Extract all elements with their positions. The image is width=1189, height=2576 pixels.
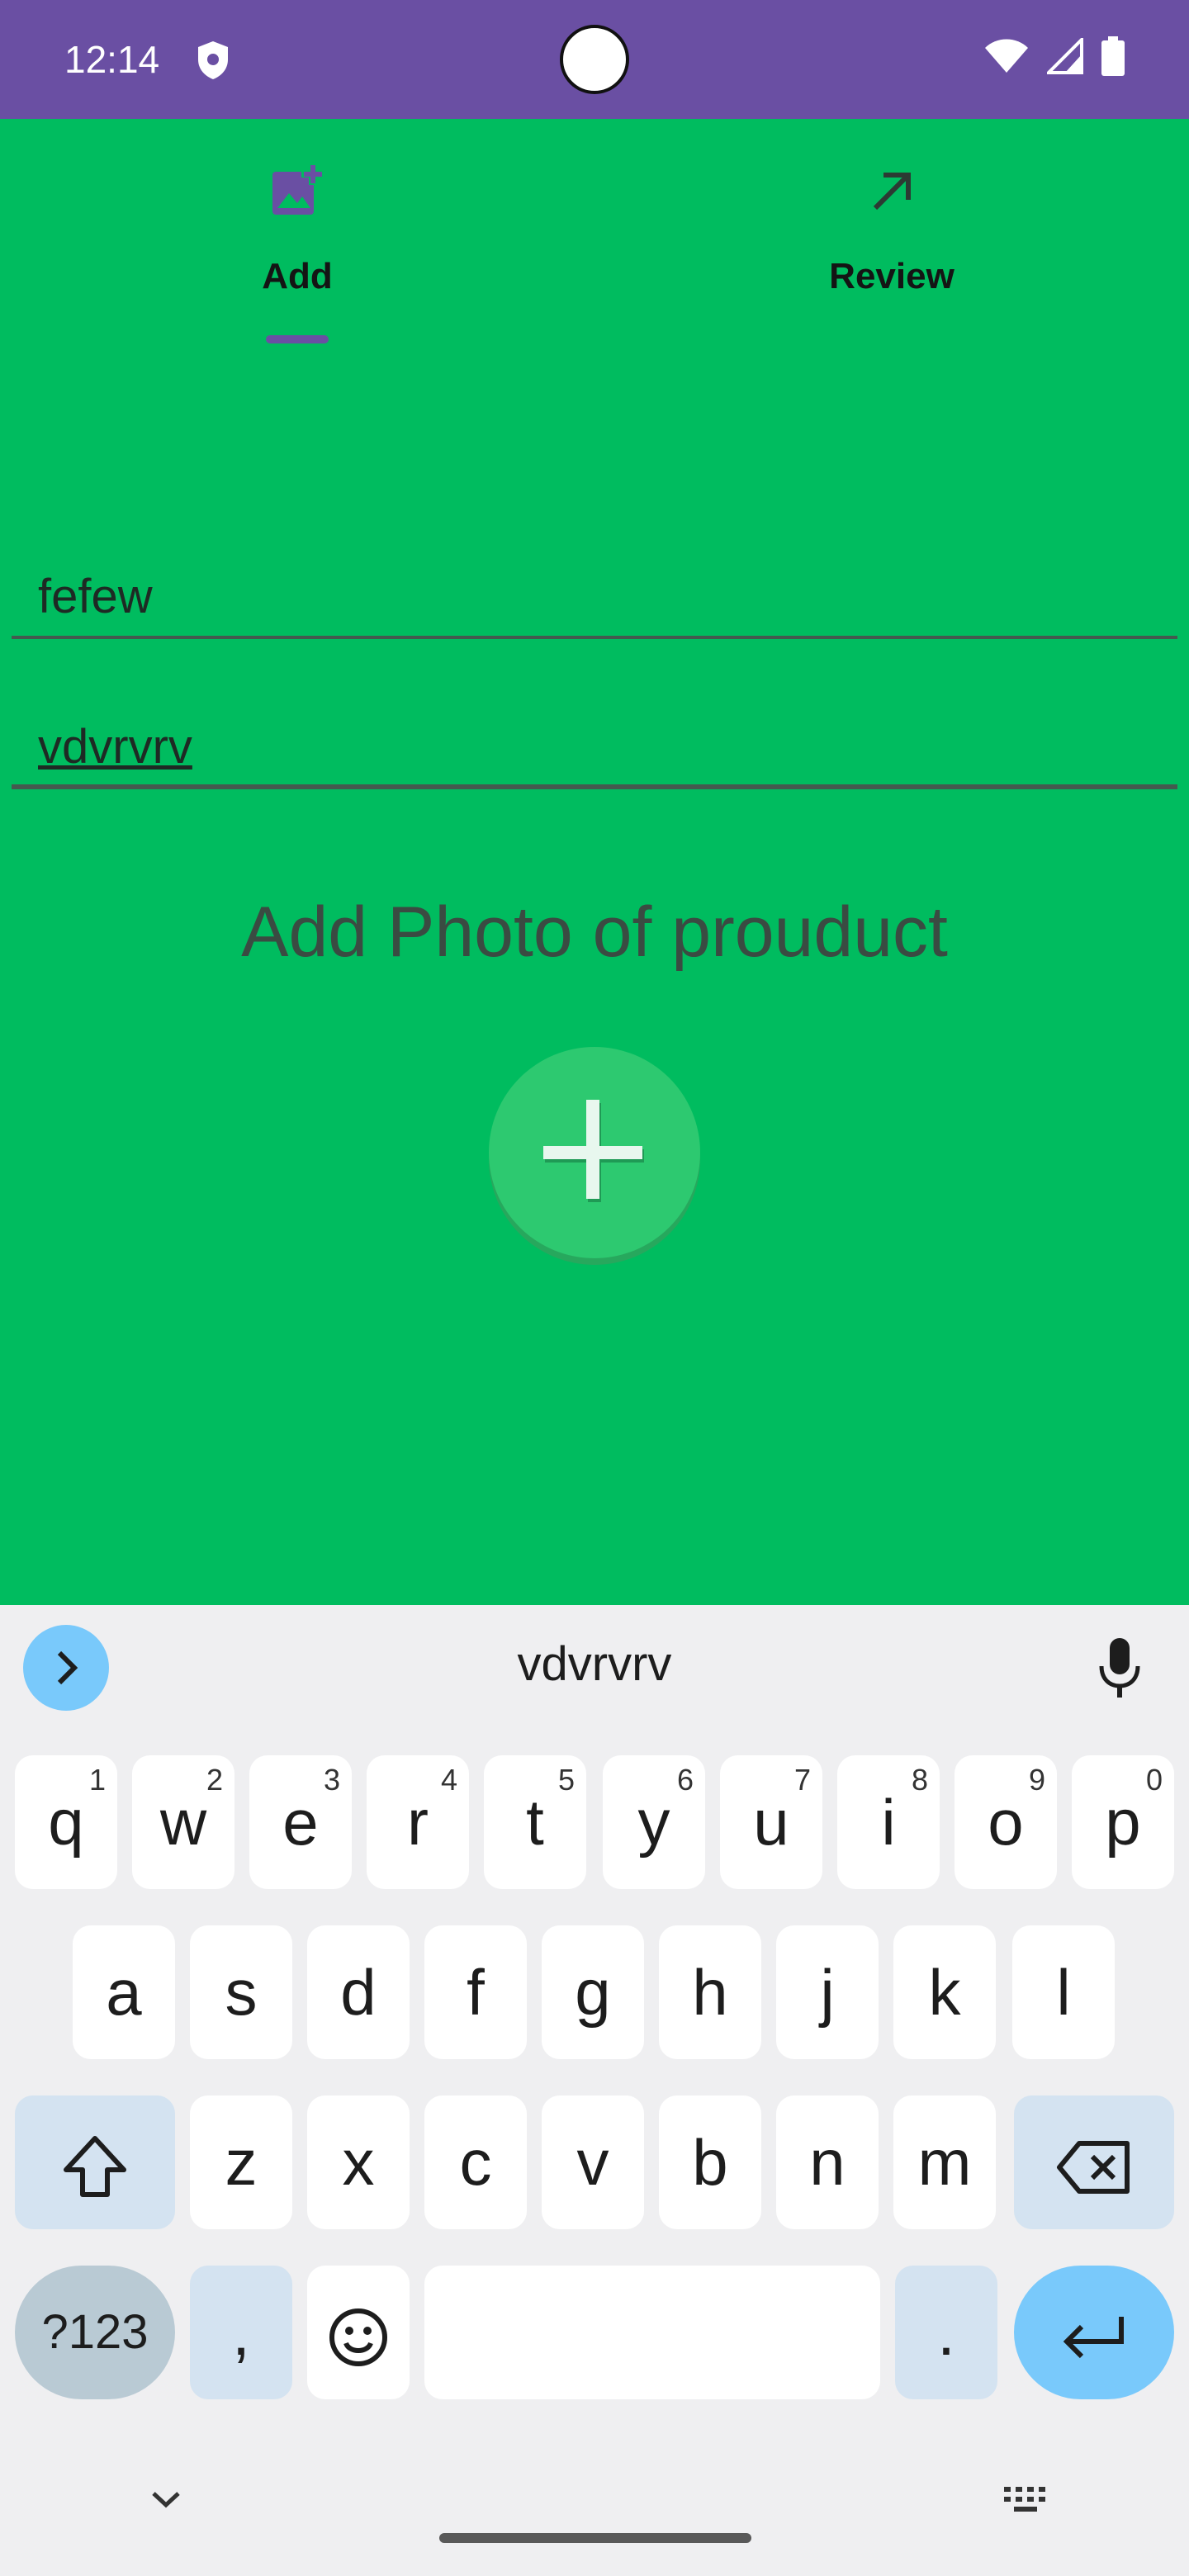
key-label: i xyxy=(881,1786,896,1859)
key-label: q xyxy=(48,1786,84,1859)
product-name-input[interactable] xyxy=(12,556,1177,636)
battery-icon xyxy=(1101,36,1125,76)
key-u[interactable]: u7 xyxy=(720,1755,822,1889)
key-label: p xyxy=(1105,1786,1141,1859)
product-description-field[interactable] xyxy=(12,707,1177,789)
status-time: 12:14 xyxy=(64,38,160,81)
suggestion-bar: vdvrvrv xyxy=(0,1605,1189,1712)
key-p[interactable]: p0 xyxy=(1072,1755,1174,1889)
key-j[interactable]: j xyxy=(776,1925,879,2059)
key-t[interactable]: t5 xyxy=(484,1755,586,1889)
key-y[interactable]: y6 xyxy=(603,1755,705,1889)
home-indicator[interactable] xyxy=(439,2533,751,2543)
key-a[interactable]: a xyxy=(73,1925,175,2059)
tab-add-label: Add xyxy=(262,256,333,296)
key-hint: 0 xyxy=(1145,1763,1163,1797)
key-n[interactable]: n xyxy=(776,2095,879,2229)
shift-icon xyxy=(64,2136,126,2198)
key-label: y xyxy=(637,1786,670,1859)
app-screen: Add Review Add Photo of prouduct xyxy=(0,119,1189,1605)
add-photo-icon xyxy=(272,163,323,215)
symbols-key[interactable]: ?123 xyxy=(15,2266,175,2399)
key-q[interactable]: q1 xyxy=(15,1755,117,1889)
key-hint: 3 xyxy=(323,1763,340,1797)
status-icons xyxy=(984,36,1125,76)
suggestion-word[interactable]: vdvrvrv xyxy=(0,1636,1189,1692)
key-hint: 2 xyxy=(206,1763,223,1797)
tab-bar: Add Review xyxy=(0,119,1189,347)
key-m[interactable]: m xyxy=(893,2095,996,2229)
key-label: w xyxy=(159,1786,207,1859)
add-photo-button[interactable] xyxy=(489,1047,700,1258)
product-name-field[interactable] xyxy=(12,556,1177,639)
product-description-input[interactable] xyxy=(12,707,1177,786)
key-g[interactable]: g xyxy=(542,1925,644,2059)
hide-keyboard-icon[interactable] xyxy=(145,2484,187,2517)
soft-keyboard: vdvrvrv q1 w2 e3 r4 t5 y6 u7 i8 o9 p0 a … xyxy=(0,1605,1189,2576)
field-underline xyxy=(12,636,1177,639)
signal-icon xyxy=(1047,38,1083,74)
key-f[interactable]: f xyxy=(424,1925,527,2059)
key-h[interactable]: h xyxy=(659,1925,761,2059)
microphone-icon[interactable] xyxy=(1095,1635,1144,1701)
plus-icon xyxy=(543,1100,644,1202)
key-hint: 6 xyxy=(676,1763,694,1797)
enter-icon xyxy=(1063,2317,1124,2359)
shift-key[interactable] xyxy=(15,2095,175,2229)
backspace-key[interactable] xyxy=(1014,2095,1174,2229)
key-w[interactable]: w2 xyxy=(132,1755,234,1889)
key-e[interactable]: e3 xyxy=(249,1755,352,1889)
keyboard-nav-bar xyxy=(0,2472,1189,2576)
key-l[interactable]: l xyxy=(1012,1925,1115,2059)
key-label: u xyxy=(753,1786,789,1859)
tab-indicator xyxy=(266,335,329,343)
emoji-icon xyxy=(329,2308,387,2367)
space-key[interactable] xyxy=(424,2266,880,2399)
add-photo-title: Add Photo of prouduct xyxy=(241,893,948,972)
key-hint: 9 xyxy=(1028,1763,1045,1797)
camera-cutout xyxy=(560,25,629,94)
tab-add[interactable]: Add xyxy=(0,119,594,347)
key-v[interactable]: v xyxy=(542,2095,644,2229)
tab-review[interactable]: Review xyxy=(594,119,1189,347)
key-hint: 8 xyxy=(911,1763,928,1797)
key-b[interactable]: b xyxy=(659,2095,761,2229)
key-hint: 7 xyxy=(793,1763,811,1797)
keyboard-switch-icon[interactable] xyxy=(1001,2484,1050,2517)
emoji-key[interactable] xyxy=(307,2266,410,2399)
field-underline xyxy=(12,784,1177,789)
key-o[interactable]: o9 xyxy=(955,1755,1057,1889)
key-r[interactable]: r4 xyxy=(367,1755,469,1889)
backspace-icon xyxy=(1057,2141,1130,2195)
key-hint: 1 xyxy=(88,1763,106,1797)
enter-key[interactable] xyxy=(1014,2266,1174,2399)
wifi-icon xyxy=(985,39,1028,73)
key-s[interactable]: s xyxy=(190,1925,292,2059)
key-k[interactable]: k xyxy=(893,1925,996,2059)
key-z[interactable]: z xyxy=(190,2095,292,2229)
key-d[interactable]: d xyxy=(307,1925,410,2059)
key-label: o xyxy=(988,1786,1024,1859)
key-label: e xyxy=(282,1786,319,1859)
key-c[interactable]: c xyxy=(424,2095,527,2229)
key-hint: 5 xyxy=(557,1763,575,1797)
status-bar: 12:14 xyxy=(0,0,1189,119)
period-key[interactable]: . xyxy=(895,2266,997,2399)
key-i[interactable]: i8 xyxy=(837,1755,940,1889)
arrow-up-right-icon xyxy=(873,173,911,211)
key-x[interactable]: x xyxy=(307,2095,410,2229)
comma-key[interactable]: , xyxy=(190,2266,292,2399)
shield-icon xyxy=(198,41,228,79)
key-label: t xyxy=(526,1786,544,1859)
tab-review-label: Review xyxy=(829,256,955,296)
key-label: r xyxy=(407,1786,429,1859)
key-hint: 4 xyxy=(440,1763,457,1797)
